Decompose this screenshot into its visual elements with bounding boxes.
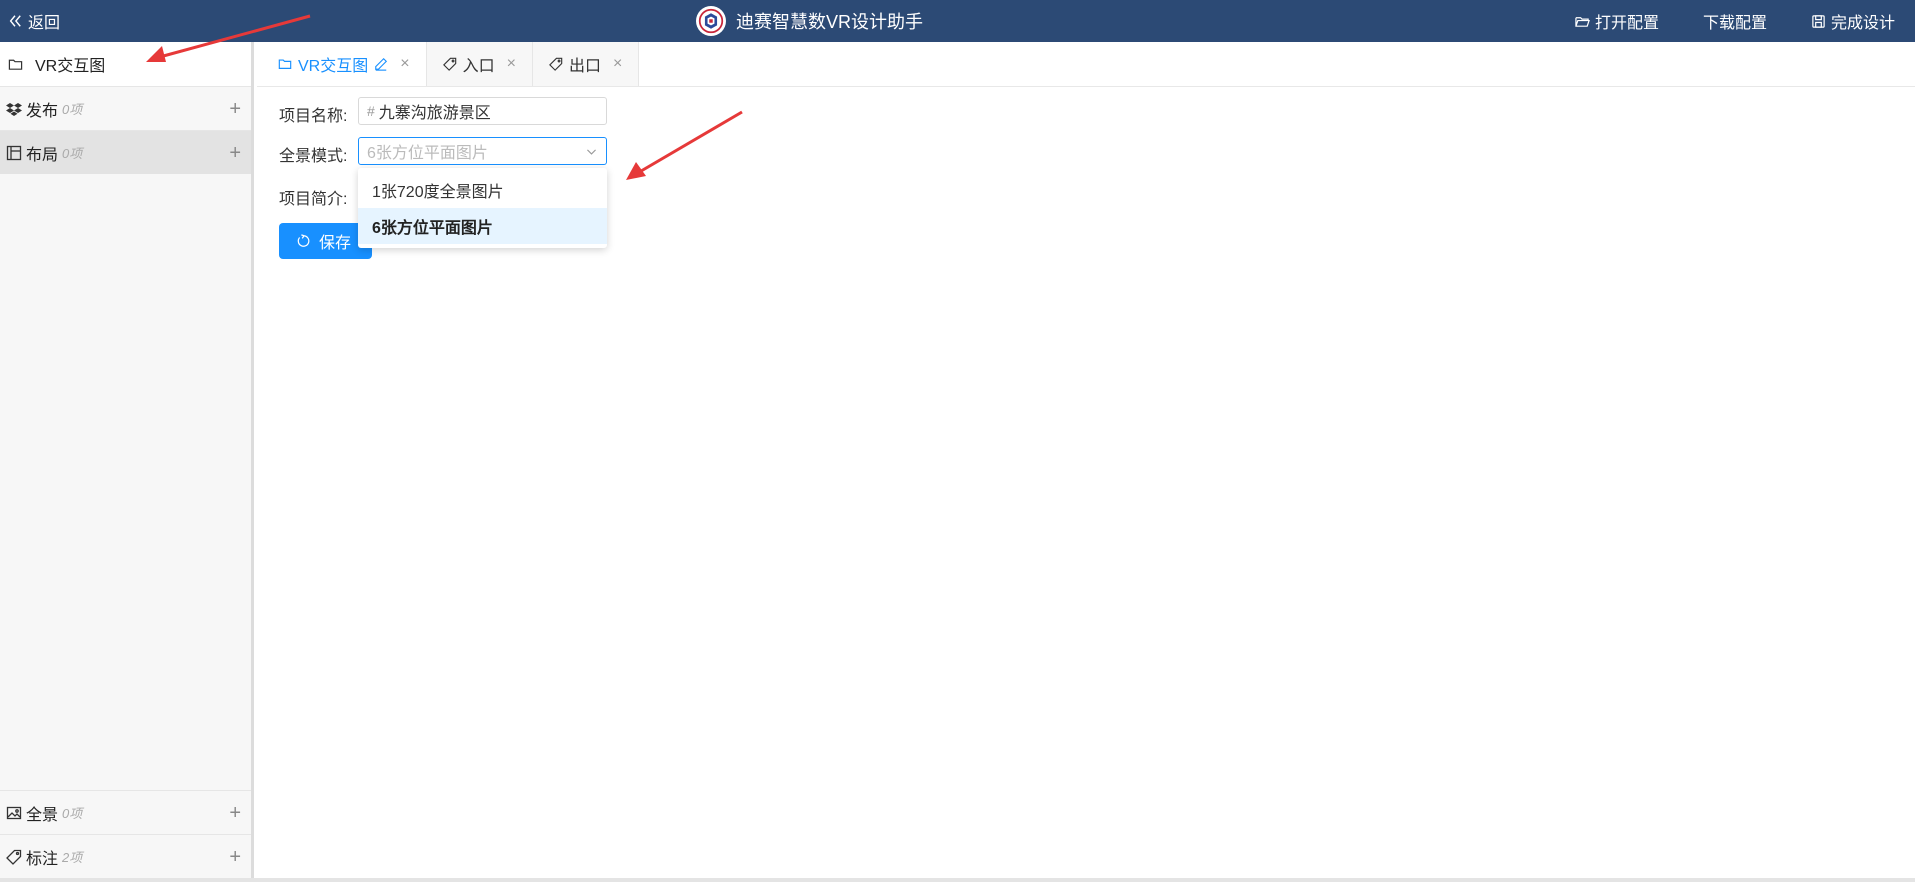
back-button[interactable]: 返回: [8, 0, 60, 42]
tab-entrance[interactable]: 入口 ×: [426, 42, 533, 86]
close-icon[interactable]: ×: [613, 55, 622, 73]
app-title-group: 迪赛智慧数VR设计助手: [696, 0, 923, 42]
download-config-label: 下载配置: [1702, 15, 1767, 32]
add-panorama-icon[interactable]: +: [229, 803, 241, 823]
project-name-label: 项目名称:: [279, 108, 348, 125]
add-layout-icon[interactable]: +: [229, 143, 241, 163]
item-count: 0项: [62, 146, 83, 161]
tab-divider: [257, 86, 1915, 87]
layout-icon: [6, 145, 22, 161]
sidebar: VR交互图 发布 0项 + 布局 0项 + 全景 0项 + 标注 2项 +: [0, 42, 254, 878]
project-intro-label: 项目简介:: [279, 191, 348, 208]
item-count: 0项: [62, 806, 83, 821]
folder-icon: [8, 59, 23, 70]
save-label: 保存: [319, 235, 352, 252]
chevron-down-icon: [587, 148, 596, 155]
sidebar-item-label: 发布: [26, 102, 59, 120]
finish-design-button[interactable]: 完成设计: [1811, 9, 1895, 33]
panorama-mode-dropdown: 1张720度全景图片 6张方位平面图片: [358, 168, 607, 248]
panorama-mode-label: 全景模式:: [279, 148, 348, 165]
tag-icon: [6, 849, 22, 865]
sidebar-root-item[interactable]: VR交互图: [0, 42, 251, 86]
sidebar-item-layout[interactable]: 布局 0项 +: [0, 130, 251, 174]
app-title: 迪赛智慧数VR设计助手: [736, 12, 924, 32]
sidebar-item-annotation[interactable]: 标注 2项 +: [0, 834, 251, 878]
save-icon: [297, 234, 310, 247]
tag-icon: [442, 57, 456, 71]
dropbox-icon: [6, 101, 22, 117]
bottom-edge: [0, 878, 1915, 882]
sidebar-item-label: 布局: [26, 146, 59, 164]
double-chevron-left-icon: [9, 15, 21, 27]
tab-label: VR交互图: [298, 58, 369, 75]
open-config-label: 打开配置: [1594, 15, 1659, 32]
tag-icon: [549, 57, 563, 71]
back-label: 返回: [28, 15, 61, 32]
tab-label: 入口: [462, 58, 495, 75]
sidebar-root-label: VR交互图: [35, 58, 106, 75]
tab-bar: VR交互图 × 入口 × 出口 ×: [262, 42, 640, 86]
add-annotation-icon[interactable]: +: [229, 847, 241, 867]
option-720-panorama[interactable]: 1张720度全景图片: [358, 172, 607, 208]
hash-icon: #: [367, 103, 375, 119]
tab-label: 出口: [568, 58, 601, 75]
save-disk-icon: [1812, 14, 1825, 28]
option-6-directional[interactable]: 6张方位平面图片: [358, 208, 607, 244]
sidebar-item-label: 全景: [26, 806, 59, 824]
panorama-mode-placeholder: 6张方位平面图片: [367, 145, 488, 162]
open-config-button[interactable]: 打开配置: [1575, 9, 1659, 33]
item-count: 0项: [62, 102, 83, 117]
sidebar-bottom-group: 全景 0项 + 标注 2项 +: [0, 790, 251, 878]
project-name-input[interactable]: # 九寨沟旅游景区: [358, 97, 607, 125]
finish-design-label: 完成设计: [1830, 15, 1895, 32]
tab-vr-interactive[interactable]: VR交互图 ×: [262, 42, 427, 86]
sidebar-item-panorama[interactable]: 全景 0项 +: [0, 790, 251, 834]
folder-icon: [278, 59, 292, 69]
sidebar-item-publish[interactable]: 发布 0项 +: [0, 86, 251, 130]
project-name-value: 九寨沟旅游景区: [378, 105, 491, 122]
panorama-mode-select[interactable]: 6张方位平面图片: [358, 137, 607, 165]
sidebar-item-label: 标注: [26, 850, 59, 868]
item-count: 2项: [62, 850, 83, 865]
header-actions: 打开配置 下载配置 完成设计: [1575, 0, 1895, 42]
app-logo-icon: [696, 6, 726, 36]
add-publish-icon[interactable]: +: [229, 99, 241, 119]
close-icon[interactable]: ×: [400, 55, 409, 73]
download-config-button[interactable]: 下载配置: [1703, 9, 1767, 33]
app-header: 返回 迪赛智慧数VR设计助手 打开配置 下载配置 完成设计: [0, 0, 1915, 42]
image-icon: [6, 805, 22, 821]
annotation-arrow-icon: [626, 110, 743, 180]
folder-open-icon: [1575, 16, 1590, 27]
close-icon[interactable]: ×: [507, 55, 516, 73]
edit-pencil-icon[interactable]: [374, 57, 388, 71]
tab-exit[interactable]: 出口 ×: [532, 42, 640, 86]
